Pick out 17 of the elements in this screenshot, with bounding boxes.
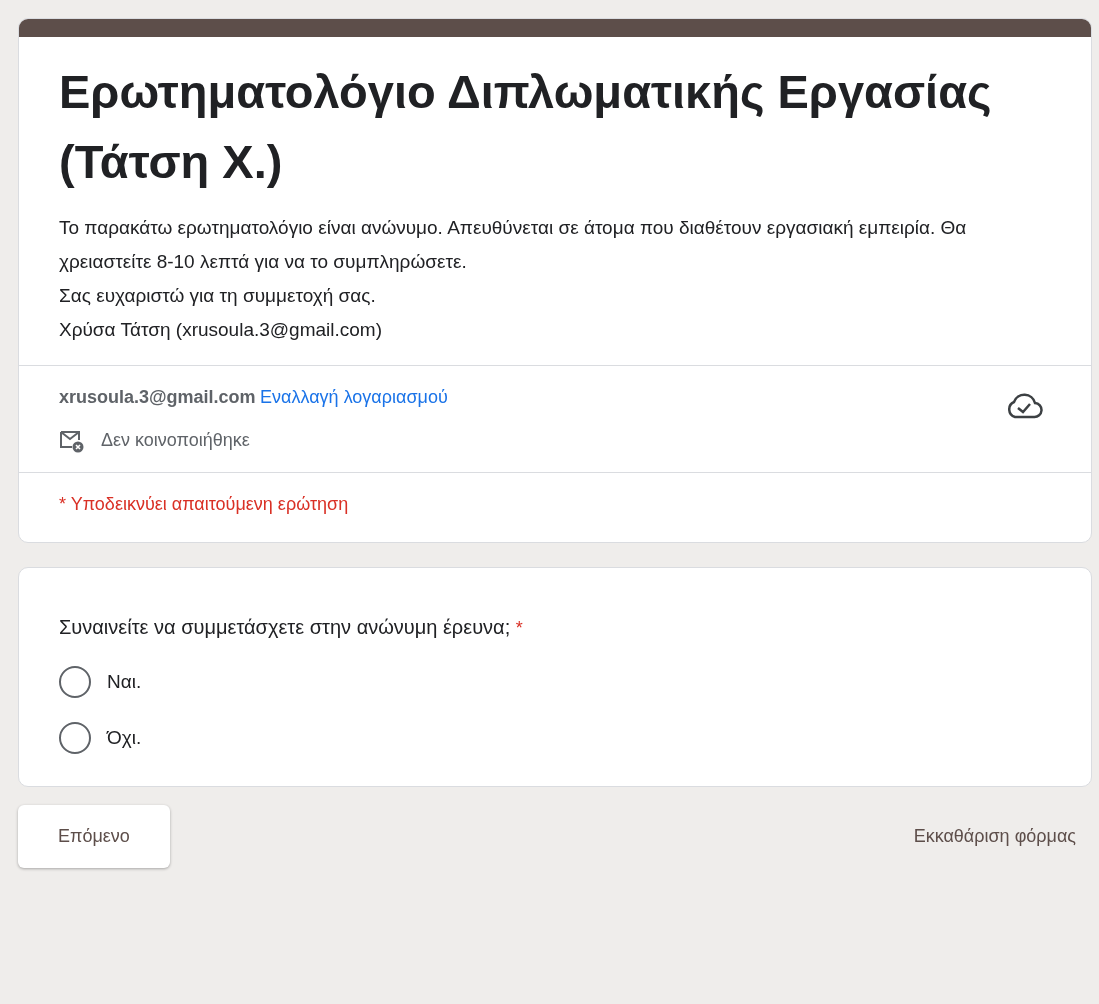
- form-title: Ερωτηματολόγιο Διπλωματικής Εργασίας (Τάτση Χ.): [58, 64, 993, 190]
- clear-form-link[interactable]: Εκκαθάριση φόρμας: [913, 823, 1076, 850]
- description-text: Το παρακάτω ερωτηματολόγιο είναι ανώνυμο. Απευθύνεται σε άτομα που διαθέτουν εργασιακή εμπειρία. Θα χρειαστείτε 8-10 λεπτά για να το συμπληρώσετε.: [59, 216, 968, 274]
- switch-account-link[interactable]: Εναλλαγή λογαριασμού: [260, 387, 448, 407]
- radio-button[interactable]: [59, 666, 91, 698]
- required-note: * Υποδεικνύει απαιτούμενη ερώτηση: [59, 494, 349, 514]
- option-label[interactable]: Ναι.: [107, 667, 142, 697]
- question-text: Συναινείτε να συμμετάσχετε στην ανώνυμη έρευνα; *: [59, 615, 524, 640]
- option-label[interactable]: Όχι.: [107, 723, 142, 753]
- description-text: Χρύσα Τάτση (xrusoula.3@gmail.com): [59, 318, 383, 342]
- cloud-check-icon: [1005, 392, 1043, 420]
- account-email: xrusoula.3@gmail.com: [59, 387, 256, 407]
- share-status: Δεν κοινοποιήθηκε: [101, 429, 250, 452]
- radio-button[interactable]: [59, 722, 91, 754]
- description-text: Σας ευχαριστώ για τη συμμετοχή σας.: [59, 284, 377, 308]
- next-button[interactable]: Επόμενο: [18, 805, 170, 868]
- mail-blocked-icon: [59, 428, 85, 453]
